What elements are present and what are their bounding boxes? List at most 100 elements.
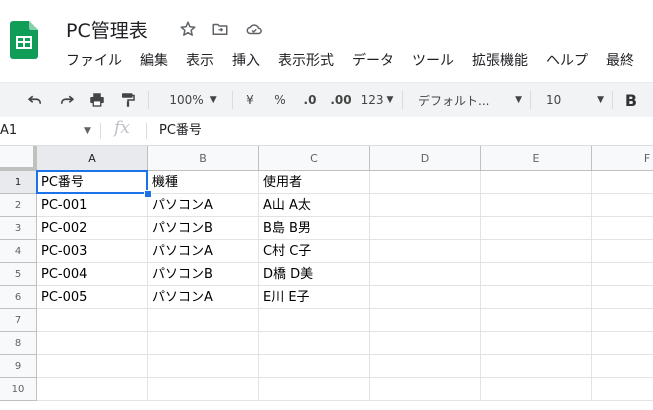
menu-insert[interactable]: 挿入 — [223, 50, 269, 72]
cell-b10[interactable] — [148, 378, 259, 401]
select-all-corner[interactable] — [0, 146, 37, 171]
cell-f6[interactable] — [592, 286, 653, 309]
menu-view[interactable]: 表示 — [177, 50, 223, 72]
name-box-caret-icon[interactable]: ▼ — [84, 121, 91, 141]
cell-e8[interactable] — [481, 332, 592, 355]
column-header-b[interactable]: B — [148, 146, 259, 171]
cell-f5[interactable] — [592, 263, 653, 286]
cell-c1[interactable]: 使用者 — [259, 171, 370, 194]
spreadsheet-grid[interactable]: A B C D E F 1 PC番号 機種 使用者 2 PC-001 パソコンA A山 A太 3 PC-002… — [0, 146, 653, 410]
cell-c8[interactable] — [259, 332, 370, 355]
star-icon[interactable] — [178, 19, 198, 39]
row-header-1[interactable]: 1 — [0, 171, 37, 194]
undo-icon[interactable] — [24, 89, 46, 111]
row-header-6[interactable]: 6 — [0, 286, 37, 309]
formula-input[interactable]: PC番号 — [159, 121, 202, 141]
row-header-2[interactable]: 2 — [0, 194, 37, 217]
cell-e1[interactable] — [481, 171, 592, 194]
increase-decimal-button[interactable]: .00 — [328, 89, 354, 111]
cell-b8[interactable] — [148, 332, 259, 355]
row-header-5[interactable]: 5 — [0, 263, 37, 286]
print-icon[interactable] — [86, 89, 108, 111]
cell-f7[interactable] — [592, 309, 653, 332]
cloud-status-icon[interactable] — [244, 19, 264, 39]
cell-d9[interactable] — [370, 355, 481, 378]
sheets-logo-icon[interactable] — [10, 21, 38, 59]
cell-b2[interactable]: パソコンA — [148, 194, 259, 217]
font-size-select[interactable]: 10 ▼ — [546, 89, 604, 111]
row-header-10[interactable]: 10 — [0, 378, 37, 401]
move-to-folder-icon[interactable] — [210, 19, 230, 39]
cell-a8[interactable] — [37, 332, 148, 355]
cell-e4[interactable] — [481, 240, 592, 263]
cell-a10[interactable] — [37, 378, 148, 401]
cell-e2[interactable] — [481, 194, 592, 217]
cell-d6[interactable] — [370, 286, 481, 309]
cell-c2[interactable]: A山 A太 — [259, 194, 370, 217]
cell-c10[interactable] — [259, 378, 370, 401]
cell-d4[interactable] — [370, 240, 481, 263]
cell-d5[interactable] — [370, 263, 481, 286]
menu-help[interactable]: ヘルプ — [537, 50, 597, 72]
cell-b4[interactable]: パソコンA — [148, 240, 259, 263]
cell-a3[interactable]: PC-002 — [37, 217, 148, 240]
cell-f4[interactable] — [592, 240, 653, 263]
cell-e7[interactable] — [481, 309, 592, 332]
menu-last-edit[interactable]: 最終 — [597, 50, 643, 72]
redo-icon[interactable] — [56, 89, 78, 111]
font-family-select[interactable]: デフォルト... ▼ — [418, 89, 522, 111]
cell-b3[interactable]: パソコンB — [148, 217, 259, 240]
cell-e5[interactable] — [481, 263, 592, 286]
cell-c7[interactable] — [259, 309, 370, 332]
cell-b9[interactable] — [148, 355, 259, 378]
cell-e3[interactable] — [481, 217, 592, 240]
cell-c6[interactable]: E川 E子 — [259, 286, 370, 309]
cell-a1[interactable]: PC番号 — [37, 171, 148, 194]
cell-a9[interactable] — [37, 355, 148, 378]
currency-format-button[interactable]: ¥ — [242, 89, 258, 111]
menu-extensions[interactable]: 拡張機能 — [463, 50, 537, 72]
cell-c3[interactable]: B島 B男 — [259, 217, 370, 240]
column-header-d[interactable]: D — [370, 146, 481, 171]
row-header-3[interactable]: 3 — [0, 217, 37, 240]
menu-edit[interactable]: 編集 — [131, 50, 177, 72]
cell-f3[interactable] — [592, 217, 653, 240]
menu-tools[interactable]: ツール — [403, 50, 463, 72]
column-header-e[interactable]: E — [481, 146, 592, 171]
fill-handle[interactable] — [144, 190, 152, 198]
cell-e6[interactable] — [481, 286, 592, 309]
cell-a6[interactable]: PC-005 — [37, 286, 148, 309]
cell-d10[interactable] — [370, 378, 481, 401]
cell-a2[interactable]: PC-001 — [37, 194, 148, 217]
cell-f9[interactable] — [592, 355, 653, 378]
cell-e10[interactable] — [481, 378, 592, 401]
cell-f10[interactable] — [592, 378, 653, 401]
decrease-decimal-button[interactable]: .0 — [298, 89, 322, 111]
row-header-4[interactable]: 4 — [0, 240, 37, 263]
cell-f1[interactable] — [592, 171, 653, 194]
cell-d8[interactable] — [370, 332, 481, 355]
cell-b6[interactable]: パソコンA — [148, 286, 259, 309]
cell-b1[interactable]: 機種 — [148, 171, 259, 194]
document-title[interactable]: PC管理表 — [66, 16, 148, 43]
cell-a4[interactable]: PC-003 — [37, 240, 148, 263]
column-header-c[interactable]: C — [259, 146, 370, 171]
cell-b5[interactable]: パソコンB — [148, 263, 259, 286]
cell-b7[interactable] — [148, 309, 259, 332]
cell-c9[interactable] — [259, 355, 370, 378]
cell-d1[interactable] — [370, 171, 481, 194]
cell-a7[interactable] — [37, 309, 148, 332]
menu-file[interactable]: ファイル — [57, 50, 131, 72]
zoom-select[interactable]: 100% ▼ — [162, 89, 224, 111]
column-header-f[interactable]: F — [592, 146, 653, 171]
percent-format-button[interactable]: % — [270, 89, 290, 111]
cell-d7[interactable] — [370, 309, 481, 332]
row-header-8[interactable]: 8 — [0, 332, 37, 355]
cell-f2[interactable] — [592, 194, 653, 217]
bold-button[interactable]: B — [622, 89, 640, 111]
row-header-7[interactable]: 7 — [0, 309, 37, 332]
cell-d2[interactable] — [370, 194, 481, 217]
menu-format[interactable]: 表示形式 — [269, 50, 343, 72]
name-box[interactable]: A1 — [0, 121, 96, 141]
column-header-a[interactable]: A — [37, 146, 148, 171]
